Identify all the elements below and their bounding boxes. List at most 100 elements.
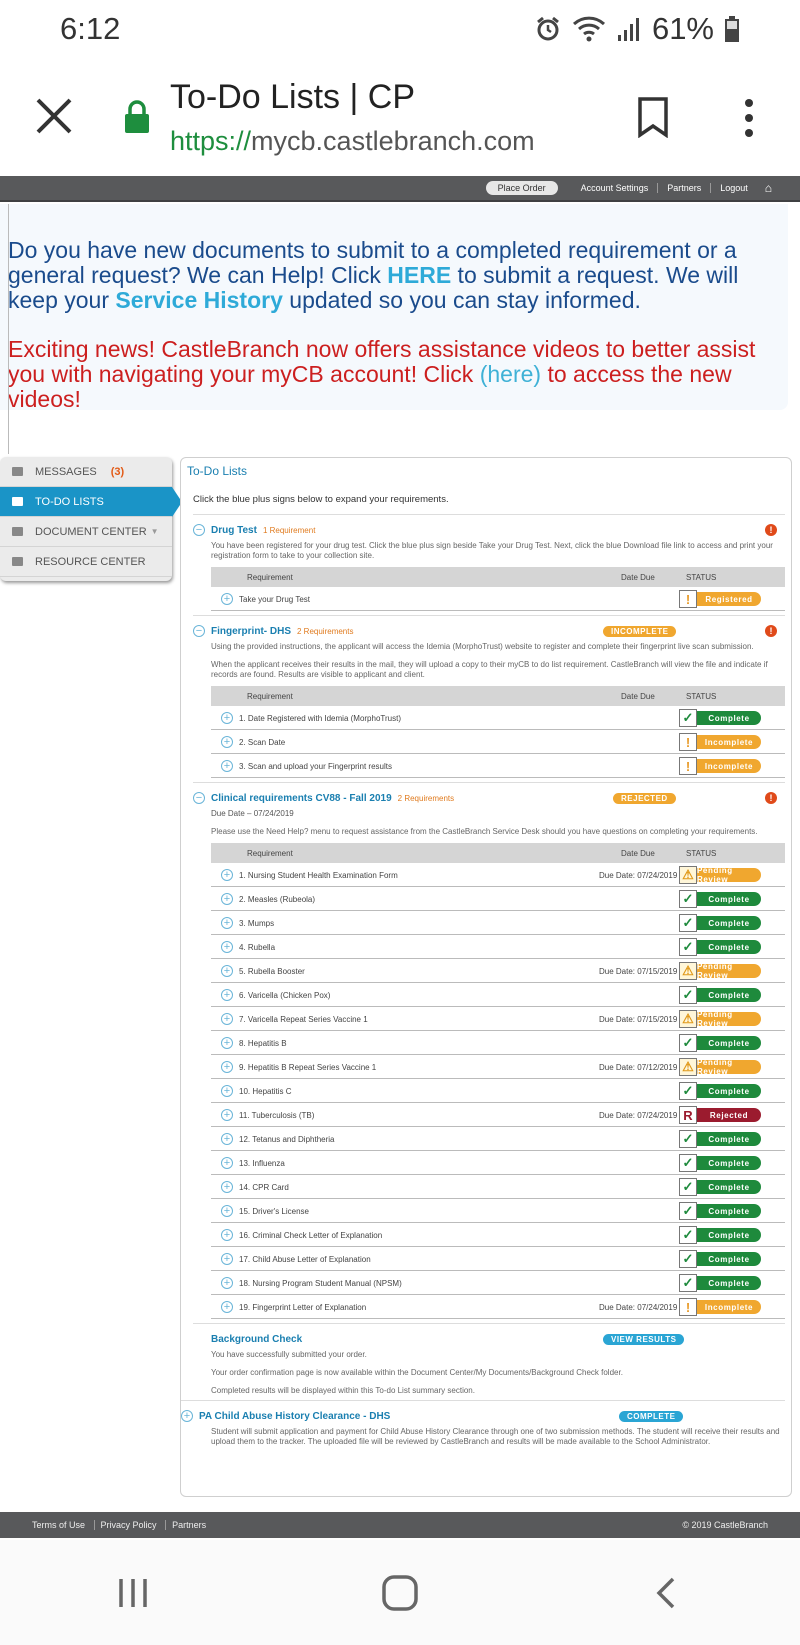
more-options-icon[interactable]: [744, 98, 754, 138]
table-row[interactable]: +19. Fingerprint Letter of Explanation Du…: [211, 1295, 785, 1319]
table-row[interactable]: +16. Criminal Check Letter of Explanatio…: [211, 1223, 785, 1247]
expand-icon[interactable]: +: [221, 1229, 233, 1241]
expand-icon[interactable]: +: [221, 593, 233, 605]
url-bar[interactable]: https://mycb.castlebranch.com: [170, 126, 535, 157]
table-row[interactable]: +1. Nursing Student Health Examination F…: [211, 863, 785, 887]
table-row[interactable]: +7. Varicella Repeat Series Vaccine 1 Due…: [211, 1007, 785, 1031]
expand-icon[interactable]: +: [221, 1013, 233, 1025]
table-row[interactable]: +15. Driver's License ✓ Complete: [211, 1199, 785, 1223]
section-header: Background Check VIEW RESULTS: [193, 1330, 785, 1348]
table-row[interactable]: +2. Scan Date! Incomplete: [211, 730, 785, 754]
table-row[interactable]: +12. Tetanus and Diphtheria ✓ Complete: [211, 1127, 785, 1151]
status-label: Registered: [697, 592, 761, 606]
expand-icon[interactable]: +: [221, 965, 233, 977]
table-row[interactable]: +14. CPR Card ✓ Complete: [211, 1175, 785, 1199]
table-row[interactable]: +5. Rubella Booster Due Date: 07/15/2019 ⚠…: [211, 959, 785, 983]
expand-icon[interactable]: +: [221, 941, 233, 953]
expand-icon[interactable]: +: [221, 1205, 233, 1217]
table-row[interactable]: +8. Hepatitis B ✓ Complete: [211, 1031, 785, 1055]
section-description: Your order confirmation page is now avai…: [211, 1368, 623, 1377]
home-button[interactable]: [370, 1563, 430, 1623]
lock-icon: [125, 100, 149, 133]
expand-icon[interactable]: +: [221, 1301, 233, 1313]
table-row[interactable]: +4. Rubella ✓ Complete: [211, 935, 785, 959]
expand-icon[interactable]: +: [221, 989, 233, 1001]
home-icon[interactable]: ⌂: [765, 181, 772, 195]
partners-link[interactable]: Partners: [657, 183, 710, 193]
terms-link[interactable]: Terms of Use: [32, 1520, 91, 1530]
table-row[interactable]: + Take your Drug Test ! Registered: [211, 587, 785, 611]
warning-icon: ⚠: [679, 866, 697, 884]
expand-icon[interactable]: +: [221, 1037, 233, 1049]
expand-icon[interactable]: +: [221, 1085, 233, 1097]
table-row[interactable]: +11. Tuberculosis (TB) Due Date: 07/24/20…: [211, 1103, 785, 1127]
status-label: Complete: [697, 711, 761, 725]
sidebar-item-resource-center[interactable]: RESOURCE CENTER: [0, 547, 172, 577]
row-label: 3. Scan and upload your Fingerprint resu…: [239, 762, 392, 771]
url-scheme: https://: [170, 126, 252, 156]
videos-link[interactable]: (here): [480, 361, 541, 387]
partners-footer-link[interactable]: Partners: [165, 1520, 213, 1530]
section-name[interactable]: Background Check: [211, 1334, 302, 1345]
expand-icon[interactable]: +: [181, 1410, 193, 1422]
table-row[interactable]: +3. Scan and upload your Fingerprint res…: [211, 754, 785, 778]
section-name[interactable]: Fingerprint- DHS: [211, 626, 291, 637]
back-button[interactable]: [637, 1563, 697, 1623]
table-row[interactable]: +2. Measles (Rubeola) ✓ Complete: [211, 887, 785, 911]
sidebar-item-messages[interactable]: MESSAGES (3): [0, 457, 172, 487]
table-row[interactable]: +6. Varicella (Chicken Pox) ✓ Complete: [211, 983, 785, 1007]
expand-icon[interactable]: +: [221, 760, 233, 772]
account-settings-link[interactable]: Account Settings: [572, 183, 658, 193]
logout-link[interactable]: Logout: [710, 183, 757, 193]
col-status: STATUS: [686, 691, 717, 701]
expand-icon[interactable]: +: [221, 1133, 233, 1145]
service-history-link[interactable]: Service History: [115, 287, 282, 313]
place-order-button[interactable]: Place Order: [485, 181, 558, 195]
expand-icon[interactable]: +: [221, 736, 233, 748]
panel-intro: Click the blue plus signs below to expan…: [193, 494, 449, 505]
section-name[interactable]: Drug Test: [211, 525, 257, 536]
section-name[interactable]: Clinical requirements CV88 - Fall 2019: [211, 793, 392, 804]
videos-notice: Exciting news! CastleBranch now offers a…: [8, 337, 780, 412]
privacy-link[interactable]: Privacy Policy: [93, 1520, 163, 1530]
collapse-icon[interactable]: −: [193, 625, 205, 637]
clock: 6:12: [60, 11, 121, 46]
expand-icon[interactable]: +: [221, 1253, 233, 1265]
expand-icon[interactable]: +: [221, 1157, 233, 1169]
expand-icon[interactable]: +: [221, 917, 233, 929]
table-row[interactable]: +3. Mumps ✓ Complete: [211, 911, 785, 935]
wifi-icon: [572, 16, 605, 42]
exclamation-icon: !: [679, 1298, 697, 1316]
table-row[interactable]: +9. Hepatitis B Repeat Series Vaccine 1 D…: [211, 1055, 785, 1079]
expand-icon[interactable]: +: [221, 712, 233, 724]
check-icon: ✓: [679, 1178, 697, 1196]
table-row[interactable]: +18. Nursing Program Student Manual (NPS…: [211, 1271, 785, 1295]
here-link[interactable]: HERE: [387, 262, 451, 288]
sidebar-item-document-center[interactable]: DOCUMENT CENTER ▼: [0, 517, 172, 547]
sidebar-item-todo-lists[interactable]: TO-DO LISTS: [0, 487, 182, 517]
table-row[interactable]: +10. Hepatitis C ✓ Complete: [211, 1079, 785, 1103]
table-row[interactable]: +1. Date Registered with Idemia (MorphoT…: [211, 706, 785, 730]
status-label: Complete: [697, 1132, 761, 1146]
expand-icon[interactable]: +: [221, 1181, 233, 1193]
expand-icon[interactable]: +: [221, 1109, 233, 1121]
recent-apps-button[interactable]: [103, 1563, 163, 1623]
expand-icon[interactable]: +: [221, 1277, 233, 1289]
table-header: Requirement Date Due STATUS: [211, 686, 785, 706]
footer-links: Terms of Use Privacy Policy Partners: [32, 1520, 213, 1530]
table-row[interactable]: +17. Child Abuse Letter of Explanation ✓ C…: [211, 1247, 785, 1271]
check-icon: ✓: [679, 1250, 697, 1268]
table-row[interactable]: +13. Influenza ✓ Complete: [211, 1151, 785, 1175]
expand-icon[interactable]: +: [221, 1061, 233, 1073]
collapse-icon[interactable]: −: [193, 524, 205, 536]
collapse-icon[interactable]: −: [193, 792, 205, 804]
row-label: 2. Scan Date: [239, 738, 286, 747]
expand-icon[interactable]: +: [221, 893, 233, 905]
section-name[interactable]: PA Child Abuse History Clearance - DHS: [199, 1411, 390, 1422]
bookmark-icon[interactable]: [636, 96, 670, 138]
expand-icon[interactable]: +: [221, 869, 233, 881]
status-badge: ✓ Complete: [679, 914, 761, 932]
recent-apps-icon: [119, 1578, 148, 1607]
view-results-button[interactable]: VIEW RESULTS: [603, 1333, 685, 1345]
close-icon[interactable]: [32, 94, 76, 138]
